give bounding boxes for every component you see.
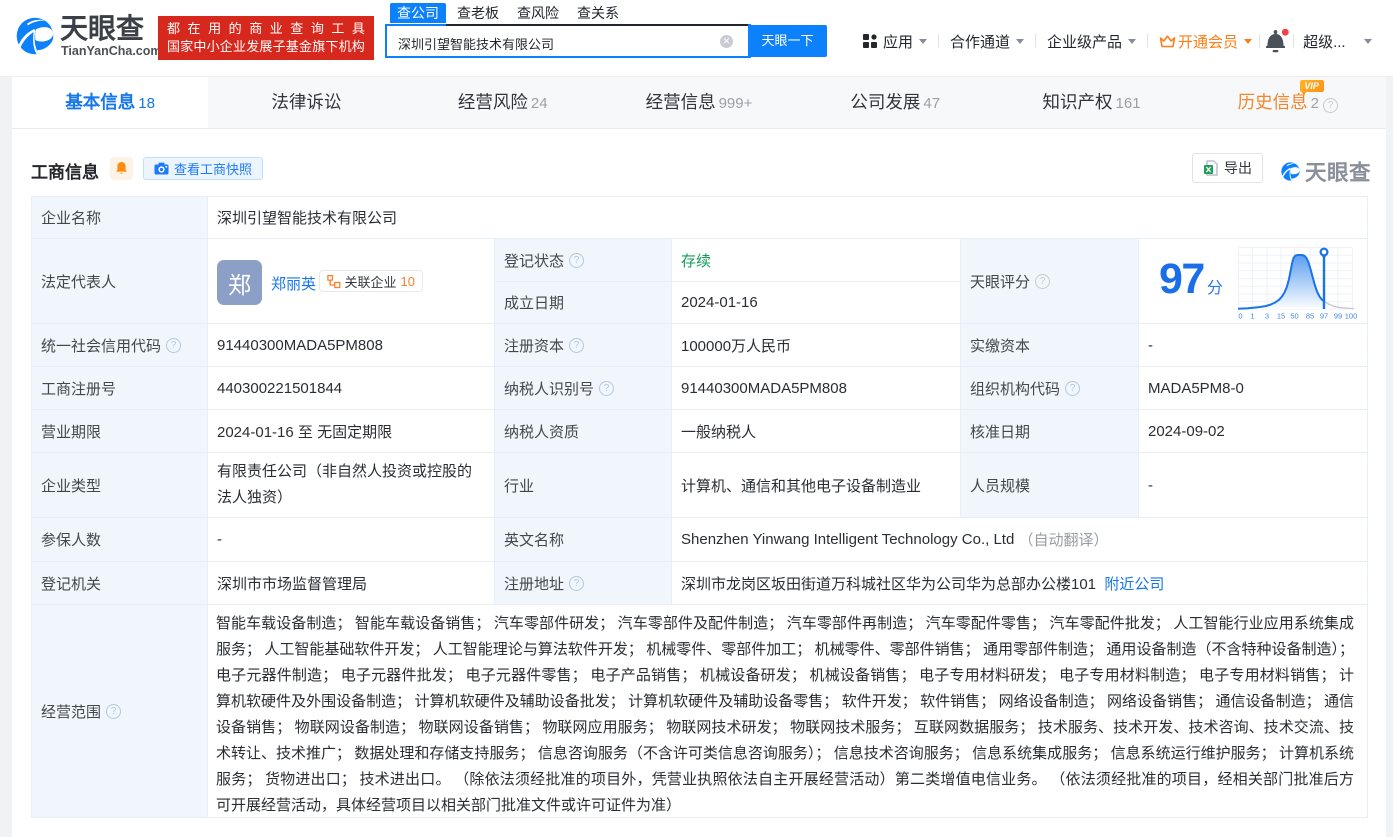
svg-text:50: 50 (1290, 312, 1298, 321)
svg-text:15: 15 (1277, 312, 1285, 321)
svg-text:1: 1 (1250, 312, 1254, 321)
svg-text:85: 85 (1306, 312, 1314, 321)
svg-text:99: 99 (1334, 312, 1342, 321)
svg-text:3: 3 (1265, 312, 1269, 321)
svg-text:0: 0 (1238, 312, 1242, 321)
svg-text:100: 100 (1345, 312, 1358, 321)
svg-text:97: 97 (1320, 312, 1328, 321)
